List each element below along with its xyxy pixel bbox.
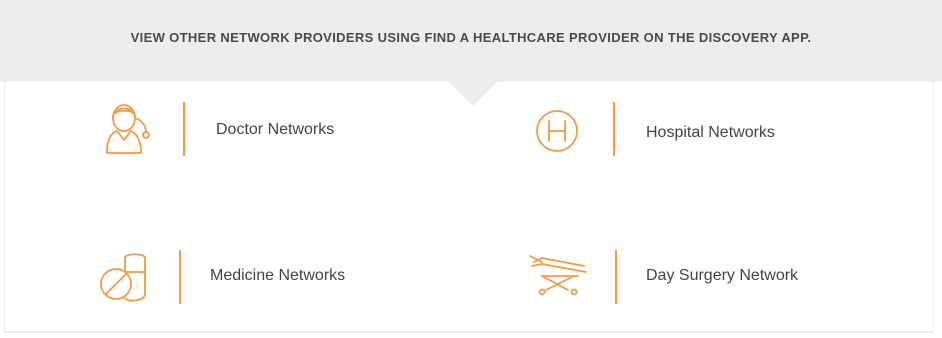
hospital-networks-link[interactable]: Hospital Networks xyxy=(534,96,854,162)
banner-text: VIEW OTHER NETWORK PROVIDERS USING FIND … xyxy=(130,30,812,45)
day-surgery-network-link[interactable]: Day Surgery Network xyxy=(528,246,868,306)
day-surgery-network-label: Day Surgery Network xyxy=(646,267,799,284)
hospital-icon xyxy=(536,110,578,152)
doctor-divider xyxy=(183,102,185,156)
info-banner: VIEW OTHER NETWORK PROVIDERS USING FIND … xyxy=(0,0,942,82)
banner-pointer xyxy=(449,82,497,106)
medicine-divider xyxy=(179,250,181,304)
doctor-icon xyxy=(106,104,150,154)
stretcher-icon xyxy=(529,255,587,296)
hospital-divider xyxy=(613,102,615,156)
medicine-networks-label: Medicine Networks xyxy=(210,267,346,284)
doctor-networks-label: Doctor Networks xyxy=(216,121,335,138)
doctor-networks-link[interactable]: Doctor Networks xyxy=(100,96,400,162)
hospital-networks-label: Hospital Networks xyxy=(646,124,775,141)
medicine-pill-icon xyxy=(100,253,146,302)
medicine-networks-link[interactable]: Medicine Networks xyxy=(98,246,418,306)
day-surgery-divider xyxy=(615,250,617,304)
